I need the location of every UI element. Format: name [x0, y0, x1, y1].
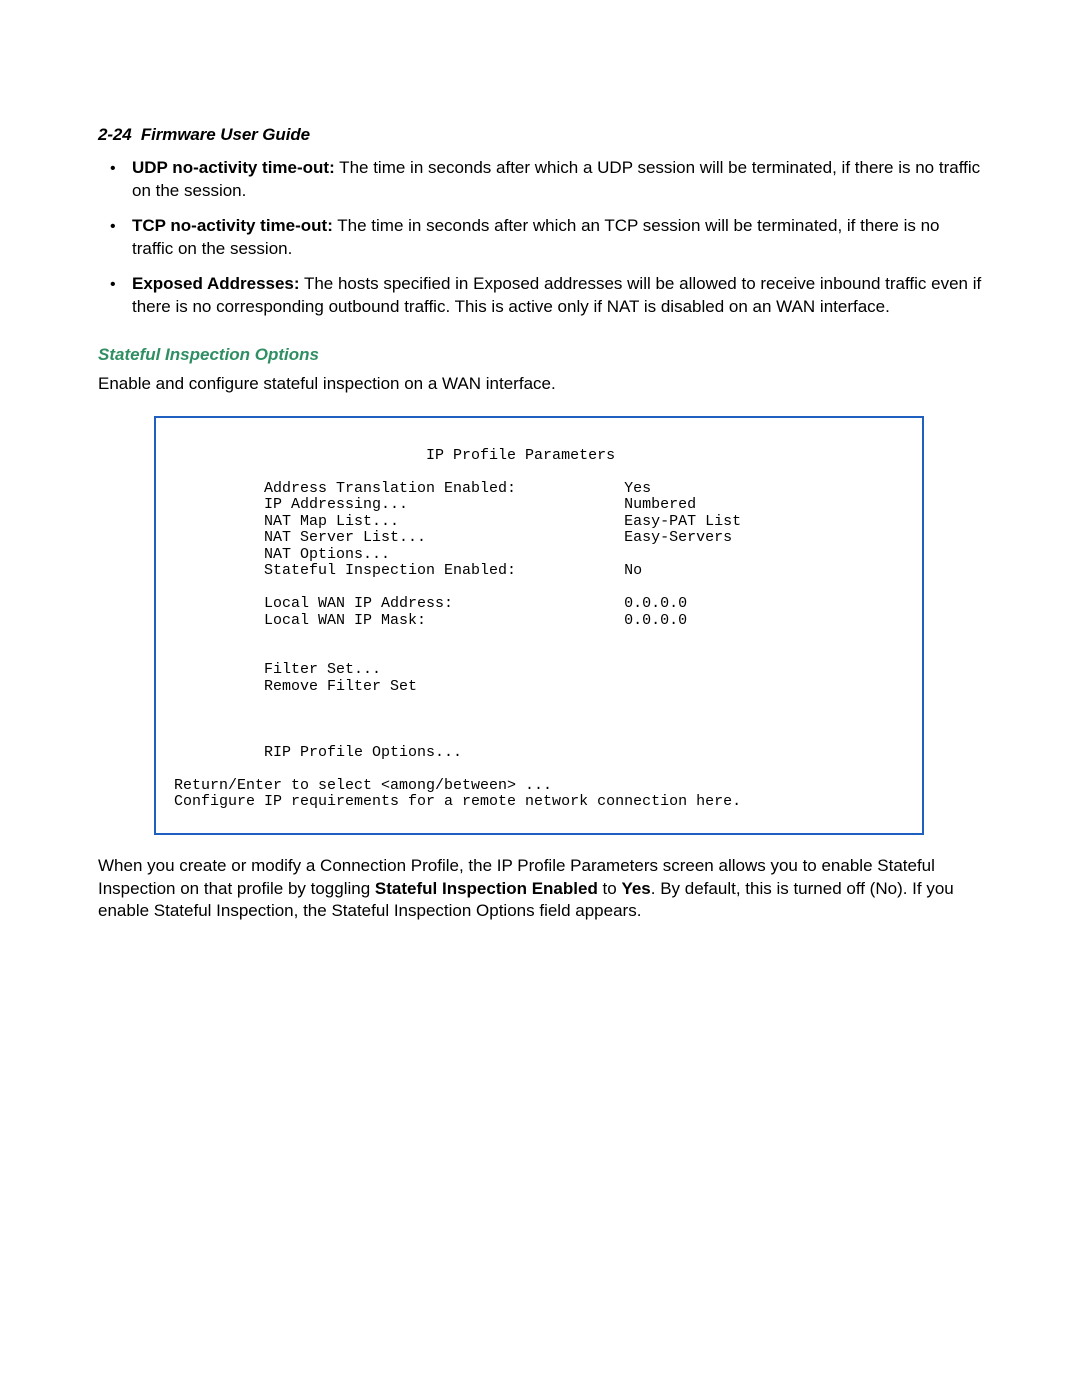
page-number: 2-24 [98, 125, 132, 144]
bullet-term: UDP no-activity time-out: [132, 158, 335, 177]
bullet-term: Exposed Addresses: [132, 274, 300, 293]
terminal-screenshot: IP Profile Parameters Address Translatio… [154, 416, 924, 835]
page-header: 2-24 Firmware User Guide [98, 125, 982, 145]
bullet-dot-icon: • [110, 158, 116, 180]
bullet-dot-icon: • [110, 274, 116, 296]
bullet-dot-icon: • [110, 216, 116, 238]
closing-mid: to [598, 879, 622, 898]
page-title: Firmware User Guide [141, 125, 310, 144]
closing-paragraph: When you create or modify a Connection P… [98, 855, 982, 924]
bullet-list: • UDP no-activity time-out: The time in … [98, 157, 982, 319]
terminal-content: IP Profile Parameters Address Translatio… [154, 416, 924, 835]
document-page: 2-24 Firmware User Guide • UDP no-activi… [0, 0, 1080, 1397]
bullet-item-tcp: • TCP no-activity time-out: The time in … [98, 215, 982, 261]
bullet-term: TCP no-activity time-out: [132, 216, 333, 235]
bullet-item-exposed: • Exposed Addresses: The hosts specified… [98, 273, 982, 319]
section-heading-stateful: Stateful Inspection Options [98, 345, 982, 365]
closing-bold-1: Stateful Inspection Enabled [375, 879, 598, 898]
section-intro: Enable and configure stateful inspection… [98, 373, 982, 396]
bullet-item-udp: • UDP no-activity time-out: The time in … [98, 157, 982, 203]
closing-bold-2: Yes [621, 879, 650, 898]
